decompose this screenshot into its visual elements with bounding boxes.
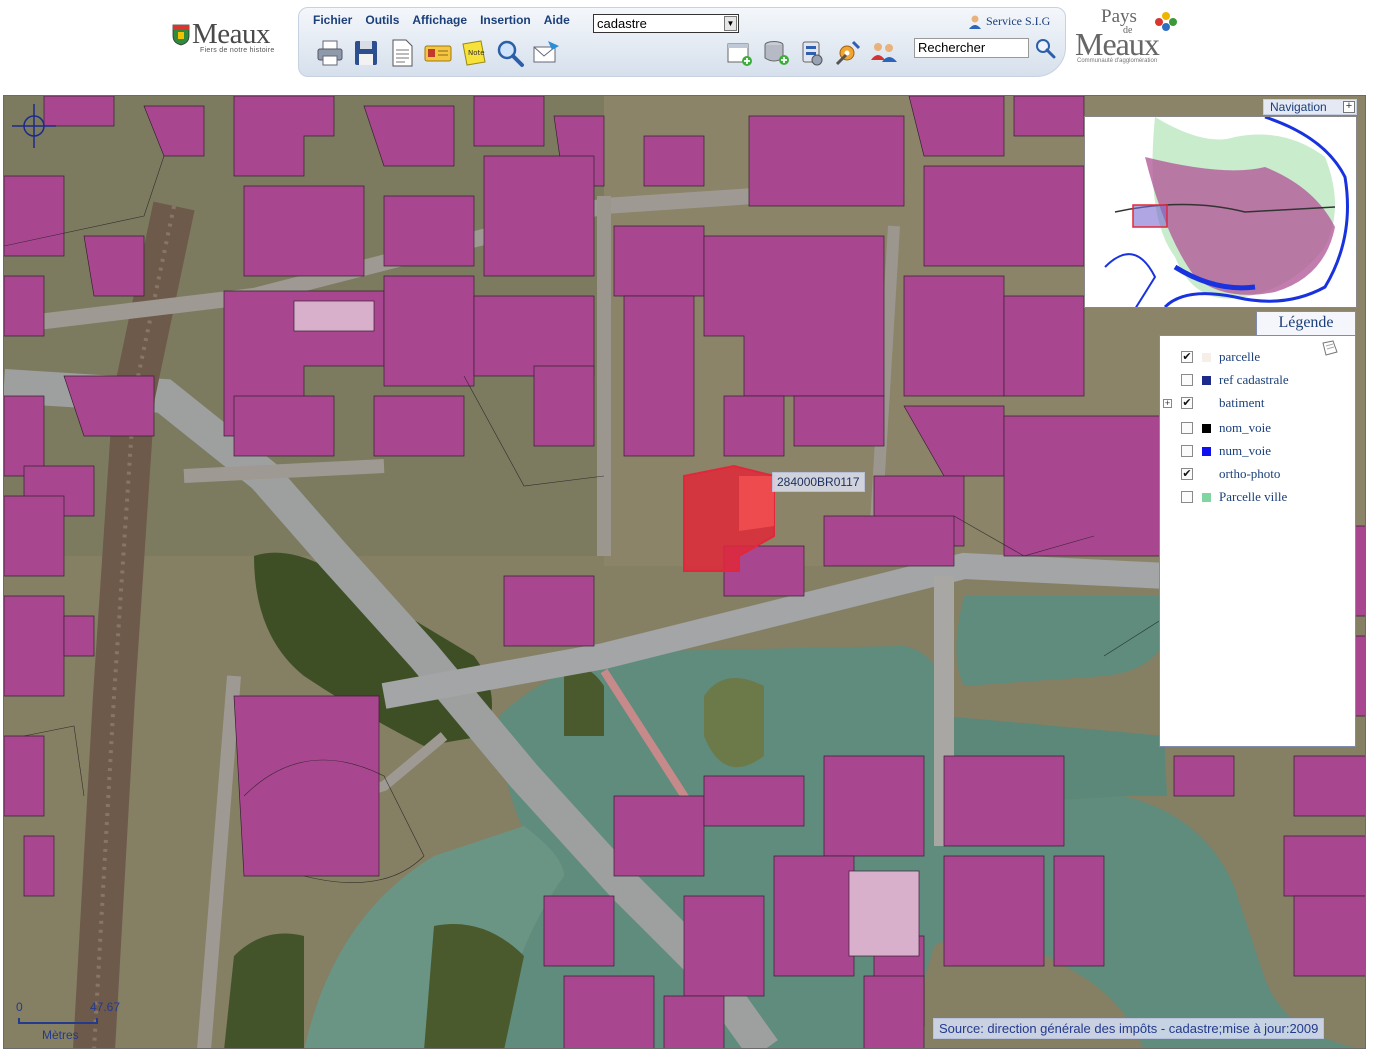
tools-icon[interactable] bbox=[833, 38, 863, 68]
layer-checkbox[interactable] bbox=[1181, 374, 1193, 386]
layer-checkbox[interactable]: ✔ bbox=[1181, 351, 1193, 363]
legend-item-ortho-photo[interactable]: ✔ ortho-photo bbox=[1160, 465, 1350, 485]
scale-unit: Mètres bbox=[42, 1028, 79, 1042]
scale-bar-line bbox=[18, 1018, 98, 1024]
pays-logo-tagline: Communauté d'agglomération bbox=[1077, 58, 1158, 64]
layer-select-value: cadastre bbox=[597, 16, 647, 31]
flower-icon bbox=[1155, 12, 1177, 31]
zoom-icon[interactable] bbox=[495, 38, 525, 68]
pays-de-meaux-logo[interactable]: Pays de Meaux Communauté d'agglomération bbox=[1073, 6, 1183, 70]
layer-checkbox[interactable] bbox=[1181, 422, 1193, 434]
scale-max: 47.67 bbox=[90, 1000, 121, 1014]
legend-item-parcelle-ville[interactable]: Parcelle ville bbox=[1160, 488, 1350, 508]
layer-checkbox[interactable] bbox=[1181, 491, 1193, 503]
legend-item-label: ortho-photo bbox=[1219, 466, 1281, 481]
parcel-reference-label[interactable]: 284000BR0117 bbox=[772, 472, 865, 492]
legend-item-parcelle[interactable]: ✔ parcelle bbox=[1160, 348, 1350, 368]
legend-item-ref-cadastrale[interactable]: ref cadastrale bbox=[1160, 371, 1350, 391]
svg-text:Note: Note bbox=[468, 49, 485, 57]
layer-color-swatch bbox=[1202, 447, 1211, 456]
add-database-icon[interactable] bbox=[761, 38, 791, 68]
legend-tab[interactable]: Légende bbox=[1256, 311, 1356, 335]
legend-item-batiment[interactable]: + ✔ batiment bbox=[1160, 394, 1350, 414]
menu-bar: Fichier Outils Affichage Insertion Aide bbox=[313, 13, 583, 31]
legend-panel: ✔ parcelle ref cadastrale + ✔ batiment nom_voi… bbox=[1159, 335, 1356, 747]
save-icon[interactable] bbox=[351, 38, 381, 68]
expand-navigation-icon[interactable]: + bbox=[1343, 101, 1355, 113]
layer-color-swatch bbox=[1202, 376, 1211, 385]
navigation-header[interactable]: Navigation + bbox=[1263, 99, 1357, 115]
layer-color-swatch bbox=[1202, 424, 1211, 433]
layer-checkbox[interactable] bbox=[1181, 445, 1193, 457]
layer-select[interactable]: cadastre ▼ bbox=[593, 14, 739, 33]
users-icon[interactable] bbox=[869, 38, 899, 68]
legend-item-num-voie[interactable]: num_voie bbox=[1160, 442, 1350, 462]
legend-item-label: batiment bbox=[1219, 395, 1265, 410]
map-view[interactable]: 284000BR0117 Navigation + Légende ✔ parc… bbox=[3, 95, 1366, 1049]
menu-affichage[interactable]: Affichage bbox=[412, 13, 467, 31]
menu-fichier[interactable]: Fichier bbox=[313, 13, 352, 31]
service-sig-link[interactable]: Service S.I.G bbox=[967, 14, 1050, 30]
meaux-logo-tagline: Fiers de notre histoire bbox=[200, 47, 275, 54]
navigation-title: Navigation bbox=[1270, 100, 1327, 114]
expand-layer-icon[interactable]: + bbox=[1163, 399, 1172, 408]
search-icon[interactable] bbox=[1034, 37, 1056, 59]
scale-bar: 0 47.67 Mètres bbox=[14, 998, 134, 1044]
scale-min: 0 bbox=[16, 1000, 23, 1014]
legend-item-label: num_voie bbox=[1219, 443, 1271, 458]
overview-map-graphic bbox=[1085, 117, 1356, 307]
new-layer-icon[interactable] bbox=[725, 38, 755, 68]
source-attribution: Source: direction générale des impôts - … bbox=[933, 1018, 1325, 1039]
print-icon[interactable] bbox=[315, 38, 345, 68]
search-input-value: Rechercher bbox=[918, 40, 986, 55]
overview-map[interactable] bbox=[1084, 116, 1357, 308]
document-icon[interactable] bbox=[387, 38, 417, 68]
meaux-logo[interactable]: Meaux Fiers de notre histoire bbox=[170, 18, 295, 58]
search-input[interactable]: Rechercher bbox=[914, 38, 1029, 58]
user-icon bbox=[969, 15, 981, 30]
id-card-icon[interactable] bbox=[423, 38, 453, 68]
main-toolbar: Fichier Outils Affichage Insertion Aide … bbox=[298, 7, 1066, 77]
header: Meaux Fiers de notre histoire Fichier Ou… bbox=[0, 0, 1383, 92]
service-sig-label: Service S.I.G bbox=[986, 14, 1051, 28]
layer-checkbox[interactable]: ✔ bbox=[1181, 468, 1193, 480]
layer-color-swatch bbox=[1202, 353, 1211, 362]
sig-application: Meaux Fiers de notre histoire Fichier Ou… bbox=[0, 0, 1383, 1053]
layer-checkbox[interactable]: ✔ bbox=[1181, 397, 1193, 409]
coat-of-arms-icon bbox=[172, 24, 190, 46]
layers-config-icon[interactable] bbox=[797, 38, 827, 68]
note-icon[interactable]: Note bbox=[459, 38, 489, 68]
menu-aide[interactable]: Aide bbox=[544, 13, 570, 31]
legend-item-label: Parcelle ville bbox=[1219, 489, 1288, 504]
legend-item-label: nom_voie bbox=[1219, 420, 1271, 435]
menu-outils[interactable]: Outils bbox=[365, 13, 399, 31]
send-mail-icon[interactable] bbox=[531, 38, 561, 68]
menu-insertion[interactable]: Insertion bbox=[480, 13, 531, 31]
legend-item-label: parcelle bbox=[1219, 349, 1261, 364]
chevron-down-icon[interactable]: ▼ bbox=[724, 16, 737, 31]
layer-color-swatch bbox=[1202, 493, 1211, 502]
legend-item-nom-voie[interactable]: nom_voie bbox=[1160, 419, 1350, 439]
legend-item-label: ref cadastrale bbox=[1219, 372, 1289, 387]
